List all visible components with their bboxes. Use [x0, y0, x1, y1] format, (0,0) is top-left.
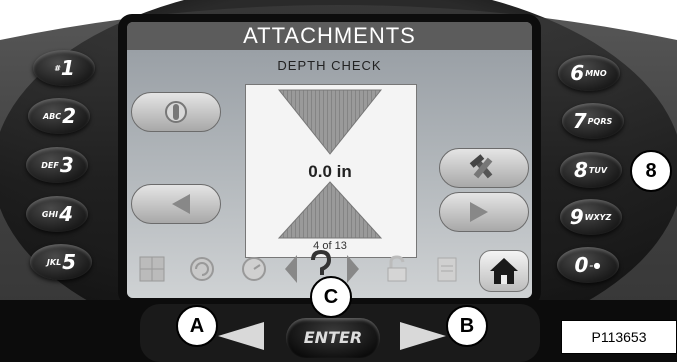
tools-icon [469, 154, 493, 179]
key-7[interactable]: 7 PQRS [562, 103, 624, 139]
key-5-prefix: JKL [46, 257, 62, 267]
key-4-prefix: GHI [41, 209, 59, 219]
key-2-prefix: ABC [42, 111, 62, 121]
nav-left-icon[interactable] [281, 252, 301, 286]
clipboard-icon[interactable] [433, 254, 461, 284]
key-9-digit: 9 [569, 205, 584, 229]
key-3-prefix: DEF [41, 160, 59, 170]
depth-value: 0.0 in [308, 162, 352, 181]
home-icon [490, 258, 518, 284]
key-1-digit: 1 [60, 56, 75, 80]
key-5[interactable]: JKL 5 [30, 244, 92, 280]
key-4-digit: 4 [59, 202, 74, 226]
increase-arrow-icon[interactable] [275, 180, 385, 240]
key-6[interactable]: 6 MNO [558, 55, 620, 91]
key-7-suffix: PQRS [587, 116, 613, 126]
grid-icon[interactable] [137, 254, 167, 284]
callout-8: 8 [630, 150, 672, 192]
key-3[interactable]: DEF 3 [26, 147, 88, 183]
left-arrow-icon [172, 194, 190, 214]
key-2-digit: 2 [62, 104, 77, 128]
info-button[interactable] [131, 92, 221, 132]
key-6-suffix: MNO [585, 68, 607, 78]
enter-button[interactable]: ENTER [286, 318, 380, 358]
key-0-digit: 0 [574, 253, 589, 277]
screen-title: ATTACHMENTS [127, 22, 532, 50]
gauge-icon[interactable] [239, 254, 269, 284]
key-5-digit: 5 [62, 250, 77, 274]
key-1-prefix: # [54, 63, 60, 73]
callout-b: B [446, 305, 488, 347]
info-icon [165, 101, 187, 123]
key-8-suffix: TUV [588, 165, 608, 175]
key-9-suffix: WXYZ [584, 212, 612, 222]
display-screen: ATTACHMENTS DEPTH CHECK 0.0 in 4 of 13 [127, 22, 532, 298]
key-9[interactable]: 9 WXYZ [560, 199, 622, 235]
prev-item-button[interactable] [131, 184, 221, 224]
figure-label: P113653 [561, 320, 677, 354]
key-4[interactable]: GHI 4 [26, 196, 88, 232]
callout-c: C [310, 276, 352, 318]
key-1[interactable]: # 1 [33, 50, 95, 86]
key-0-suffix: –● [589, 260, 601, 270]
key-2[interactable]: ABC 2 [28, 98, 90, 134]
right-arrow-icon [470, 202, 488, 222]
refresh-icon[interactable] [187, 254, 217, 284]
key-8-digit: 8 [573, 158, 588, 182]
nav-right-icon[interactable] [343, 252, 363, 286]
key-0[interactable]: 0 –● [557, 247, 619, 283]
key-7-digit: 7 [572, 109, 587, 133]
callout-a: A [176, 305, 218, 347]
home-button[interactable] [479, 250, 529, 292]
decrease-arrow-icon[interactable] [275, 88, 385, 156]
key-6-digit: 6 [570, 61, 585, 85]
next-item-button[interactable] [439, 192, 529, 232]
key-8[interactable]: 8 TUV [560, 152, 622, 188]
tools-button[interactable] [439, 148, 529, 188]
screen-subtitle: DEPTH CHECK [277, 58, 382, 73]
unlock-icon[interactable] [383, 254, 411, 284]
key-3-digit: 3 [59, 153, 74, 177]
